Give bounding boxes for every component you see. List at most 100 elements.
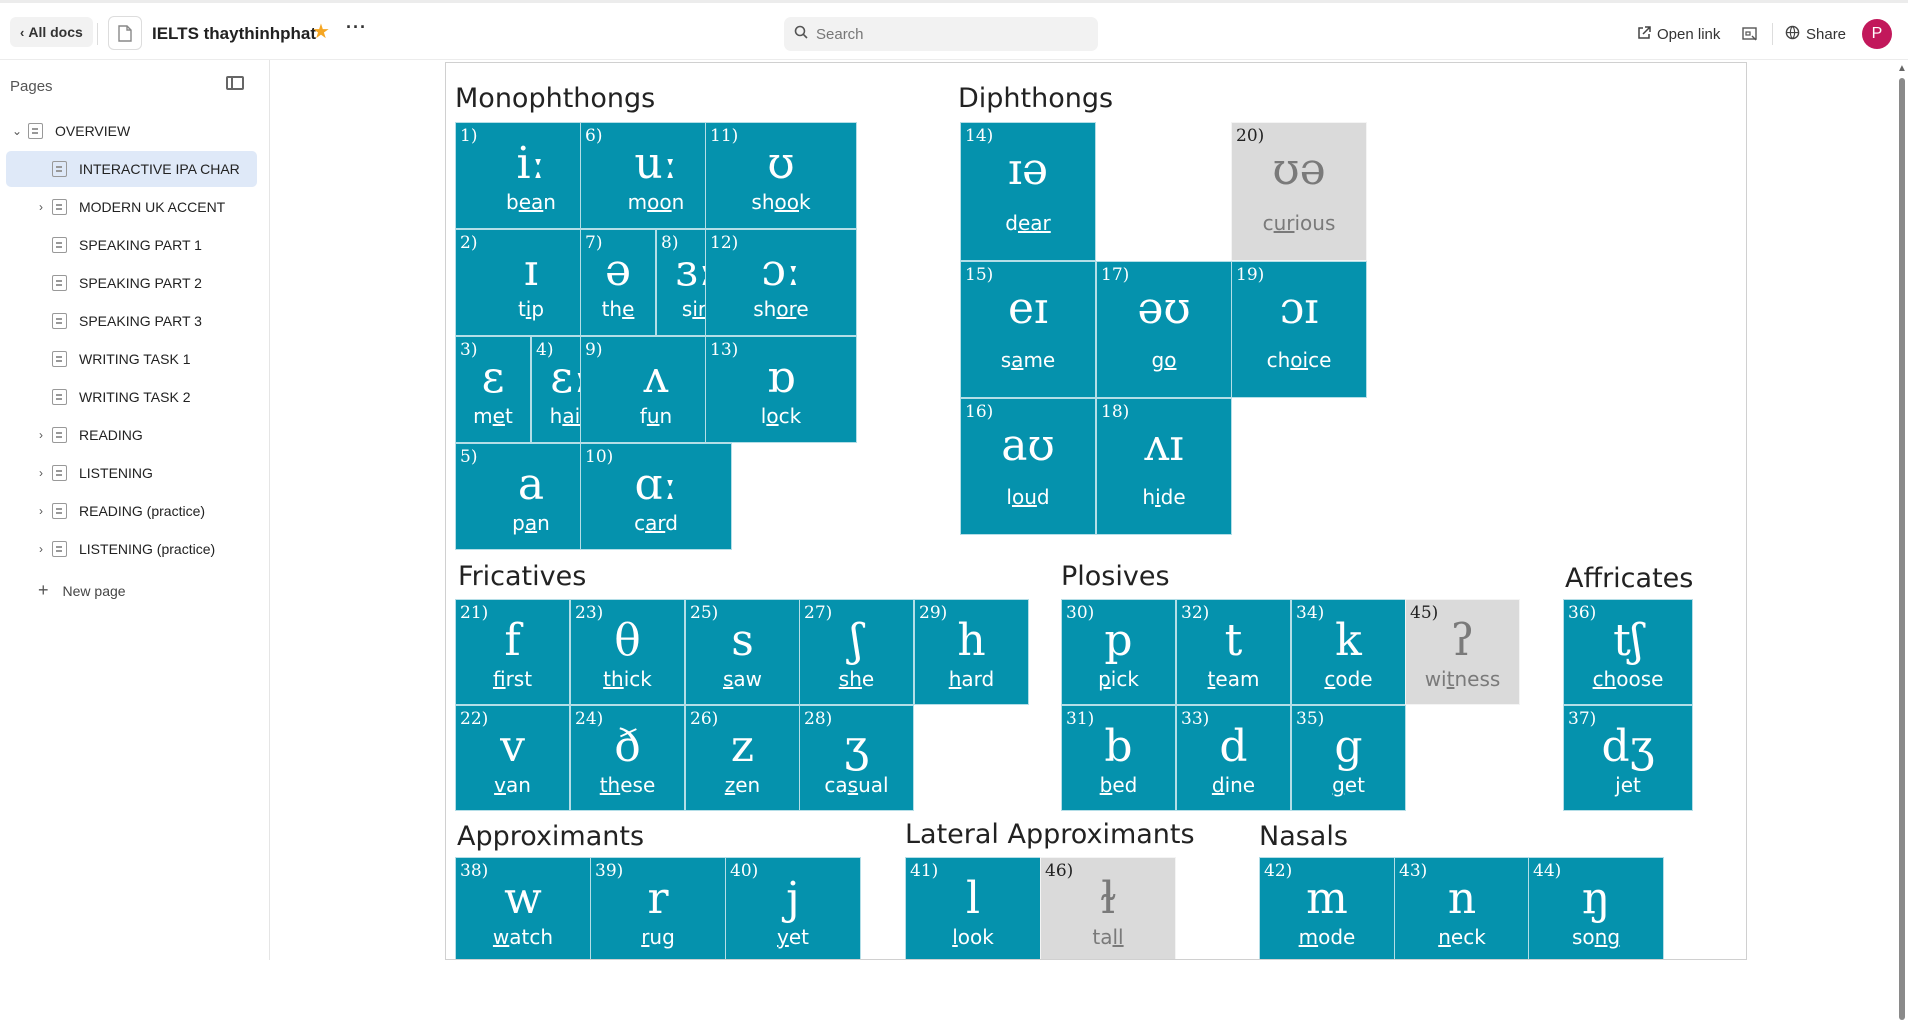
sidebar-item-label: SPEAKING PART 3 xyxy=(79,313,202,329)
sidebar-item[interactable]: › MODERN UK ACCENT xyxy=(6,189,257,225)
sidebar-item-label: INTERACTIVE IPA CHAR xyxy=(79,161,240,177)
sidebar-item-label: READING (practice) xyxy=(79,503,206,519)
word-highlight: v xyxy=(494,773,506,797)
ipa-sound-cell[interactable]: 10) ɑː card xyxy=(580,443,732,550)
scrollbar[interactable]: ▲ xyxy=(1896,60,1908,1020)
ipa-sound-cell[interactable]: 42) m mode xyxy=(1259,857,1395,959)
sidebar-item[interactable]: SPEAKING PART 1 xyxy=(6,227,257,263)
ipa-sound-cell[interactable]: 29) h hard xyxy=(914,599,1029,705)
word-prefix: s xyxy=(681,297,693,321)
star-icon[interactable]: ★ xyxy=(312,19,330,44)
sidebar-item[interactable]: SPEAKING PART 3 xyxy=(6,303,257,339)
share-button[interactable]: Share xyxy=(1785,21,1846,47)
ipa-sound-cell[interactable]: 16) aʊ loud xyxy=(960,398,1096,535)
more-options-icon[interactable]: ··· xyxy=(346,17,367,38)
sidebar-item[interactable]: › READING xyxy=(6,417,257,453)
ipa-sound-cell[interactable]: 43) n neck xyxy=(1394,857,1530,959)
ipa-sound-cell[interactable]: 40) j yet xyxy=(725,857,861,959)
doc-icon[interactable] xyxy=(108,16,142,50)
ipa-sound-cell[interactable]: 46) ɫ tall xyxy=(1040,857,1176,959)
ipa-symbol: ɛ xyxy=(481,352,505,403)
ipa-sound-cell[interactable]: 45) ʔ witness xyxy=(1405,599,1520,705)
word-suffix: irst xyxy=(505,667,533,691)
ipa-sound-cell[interactable]: 39) r rug xyxy=(590,857,726,959)
chevron-right-icon[interactable]: › xyxy=(30,504,52,518)
chevron-right-icon[interactable]: › xyxy=(30,200,52,214)
divider xyxy=(1772,23,1773,45)
ipa-sound-cell[interactable]: 17) əʊ go xyxy=(1096,261,1232,398)
ipa-symbol: ɫ xyxy=(1099,873,1117,924)
sidebar-item[interactable]: WRITING TASK 1 xyxy=(6,341,257,377)
plus-icon: + xyxy=(38,580,49,600)
word-suffix: ed xyxy=(1112,773,1138,797)
ipa-sound-cell[interactable]: 38) w watch xyxy=(455,857,591,959)
ipa-sound-cell[interactable]: 34) k code xyxy=(1291,599,1406,705)
presentation-icon[interactable] xyxy=(1742,21,1758,47)
ipa-sound-cell[interactable]: 12) ɔː shore xyxy=(705,229,857,336)
word-prefix: t xyxy=(517,297,526,321)
ipa-sound-cell[interactable]: 26) z zen xyxy=(685,705,800,811)
ipa-sound-cell[interactable]: 30) p pick xyxy=(1061,599,1176,705)
ipa-sound-cell[interactable]: 36) tʃ choose xyxy=(1563,599,1693,705)
ipa-sound-cell[interactable]: 24) ð these xyxy=(570,705,685,811)
ipa-sound-cell[interactable]: 15) eɪ same xyxy=(960,261,1096,398)
example-word: card xyxy=(581,511,731,535)
chevron-right-icon[interactable]: › xyxy=(30,542,52,556)
sidebar-item[interactable]: ⌄ OVERVIEW xyxy=(6,113,257,149)
ipa-symbol: p xyxy=(1104,615,1133,666)
sidebar-item[interactable]: WRITING TASK 2 xyxy=(6,379,257,415)
chevron-right-icon[interactable]: › xyxy=(30,466,52,480)
ipa-sound-cell[interactable]: 14) ɪə dear xyxy=(960,122,1096,261)
doc-title[interactable]: IELTS thaythinhphat xyxy=(152,21,316,47)
word-highlight: ng xyxy=(1594,925,1621,949)
sidebar-toggle-icon[interactable] xyxy=(226,76,244,90)
ipa-sound-cell[interactable]: 27) ʃ she xyxy=(799,599,914,705)
sidebar-item[interactable]: › READING (practice) xyxy=(6,493,257,529)
ipa-sound-cell[interactable]: 19) ɔɪ choice xyxy=(1231,261,1367,398)
ipa-sound-cell[interactable]: 35) g get xyxy=(1291,705,1406,811)
all-docs-button[interactable]: ‹ All docs xyxy=(10,17,93,47)
search-input[interactable]: Search xyxy=(784,17,1098,51)
ipa-sound-cell[interactable]: 3) ɛ met xyxy=(455,336,531,443)
word-suffix: ug xyxy=(649,925,675,949)
user-avatar[interactable]: P xyxy=(1862,19,1892,49)
chevron-down-icon[interactable]: ⌄ xyxy=(6,124,28,138)
scrollbar-thumb[interactable] xyxy=(1899,78,1905,1020)
sidebar-item[interactable]: SPEAKING PART 2 xyxy=(6,265,257,301)
ipa-sound-cell[interactable]: 28) ʒ casual xyxy=(799,705,914,811)
ipa-sound-cell[interactable]: 44) ŋ song xyxy=(1528,857,1664,959)
sound-number: 17) xyxy=(1101,265,1130,285)
sidebar-item[interactable]: › LISTENING (practice) xyxy=(6,531,257,567)
ipa-sound-cell[interactable]: 31) b bed xyxy=(1061,705,1176,811)
page-icon xyxy=(52,313,67,329)
open-link-button[interactable]: Open link xyxy=(1637,21,1720,47)
sidebar-item[interactable]: INTERACTIVE IPA CHAR xyxy=(6,151,257,187)
ipa-sound-cell[interactable]: 20) ʊə curious xyxy=(1231,122,1367,261)
ipa-sound-cell[interactable]: 11) ʊ shook xyxy=(705,122,857,229)
word-suffix: eck xyxy=(1450,925,1486,949)
chevron-right-icon[interactable]: › xyxy=(30,428,52,442)
ipa-sound-cell[interactable]: 13) ɒ lock xyxy=(705,336,857,443)
ipa-sound-cell[interactable]: 7) ə the xyxy=(580,229,656,336)
ipa-sound-cell[interactable]: 33) d dine xyxy=(1176,705,1291,811)
ipa-sound-cell[interactable]: 22) v van xyxy=(455,705,570,811)
section-title-diphthongs: Diphthongs xyxy=(958,83,1114,114)
ipa-sound-cell[interactable]: 41) l look xyxy=(905,857,1041,959)
scroll-up-icon[interactable]: ▲ xyxy=(1897,63,1907,74)
word-highlight: o xyxy=(1164,348,1177,372)
ipa-symbol: z xyxy=(730,721,755,772)
ipa-sound-cell[interactable]: 23) θ thick xyxy=(570,599,685,705)
ipa-sound-cell[interactable]: 25) s saw xyxy=(685,599,800,705)
word-suffix: de xyxy=(1160,485,1186,509)
example-word: dine xyxy=(1177,773,1290,797)
ipa-sound-cell[interactable]: 32) t team xyxy=(1176,599,1291,705)
word-suffix: n xyxy=(659,404,673,428)
ipa-sound-cell[interactable]: 37) dʒ jet xyxy=(1563,705,1693,811)
ipa-sound-cell[interactable]: 21) f first xyxy=(455,599,570,705)
word-highlight: ear xyxy=(1017,211,1051,235)
sidebar-item[interactable]: › LISTENING xyxy=(6,455,257,491)
ipa-symbol: h xyxy=(957,615,986,666)
new-page-button[interactable]: + New page xyxy=(38,580,126,601)
section-title-fricatives: Fricatives xyxy=(458,561,587,592)
ipa-sound-cell[interactable]: 18) ʌɪ hide xyxy=(1096,398,1232,535)
